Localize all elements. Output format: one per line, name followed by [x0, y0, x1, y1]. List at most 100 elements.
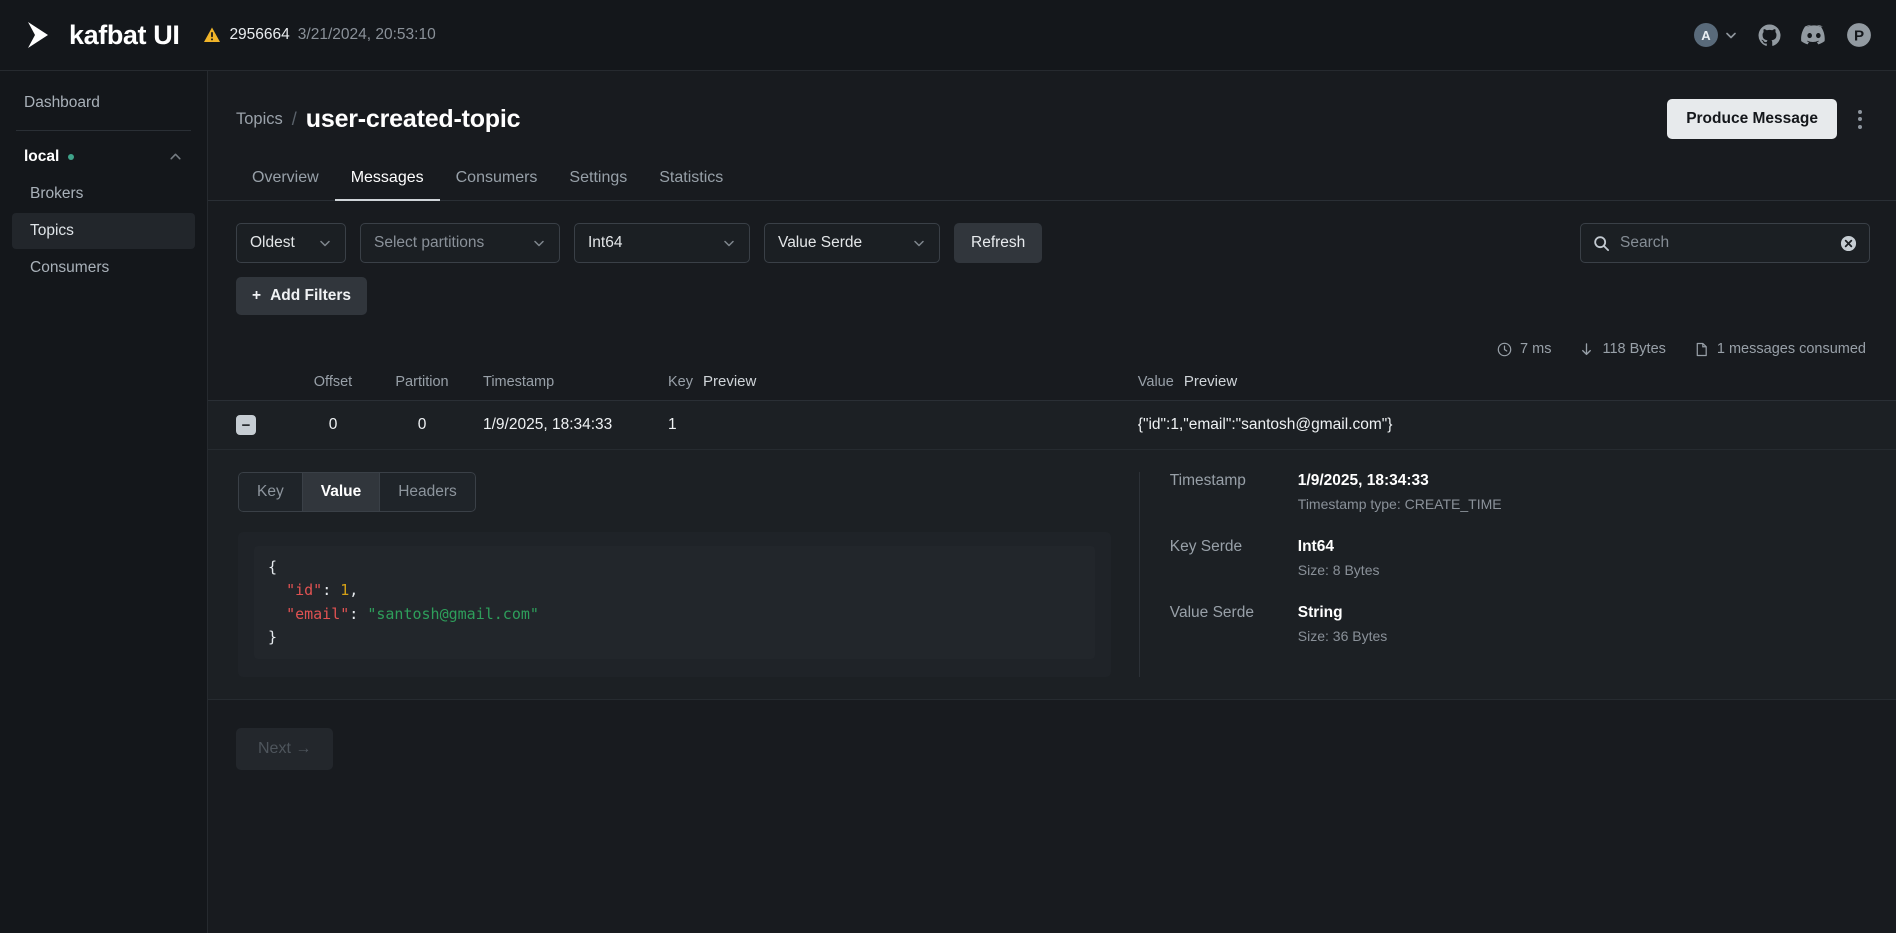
meta-sub-value-size: Size: 36 Bytes	[1297, 628, 1388, 644]
column-header-timestamp: Timestamp	[483, 373, 555, 390]
filter-bar: Oldest Select partitions Int64 Value Ser…	[208, 201, 1896, 263]
column-header-value: Value	[1137, 373, 1174, 390]
tab-consumers[interactable]: Consumers	[440, 159, 554, 201]
detail-tab-value[interactable]: Value	[301, 472, 380, 512]
message-detail-panel: Key Value Headers { "id": 1, "email": "s…	[208, 450, 1896, 700]
clock-icon	[1497, 342, 1512, 356]
seek-type-select[interactable]: Oldest	[236, 223, 346, 263]
meta-value-key-serde-group: Int64 Size: 8 Bytes	[1298, 538, 1380, 578]
app-body: Dashboard local Brokers Topics Consumers…	[0, 71, 1896, 933]
message-detail-content: Key Value Headers { "id": 1, "email": "s…	[208, 472, 1139, 677]
tab-settings[interactable]: Settings	[553, 159, 643, 201]
more-vertical-icon[interactable]	[1850, 104, 1870, 135]
table-header-row: Offset Partition Timestamp Key Preview V…	[208, 373, 1896, 401]
sidebar-cluster-local[interactable]: local	[12, 139, 195, 175]
avatar: A	[1694, 23, 1718, 47]
json-key-id: "id"	[286, 581, 323, 600]
add-filters-row: + Add Filters	[208, 263, 1896, 315]
chevron-up-icon[interactable]	[168, 149, 183, 164]
sidebar-item-consumers[interactable]: Consumers	[12, 250, 195, 286]
p-circle-icon[interactable]: P	[1846, 22, 1872, 48]
key-serde-select[interactable]: Int64	[574, 223, 750, 263]
cell-offset: 0	[328, 416, 338, 433]
column-header-key: Key	[668, 373, 693, 390]
meta-value-key-serde: Int64	[1297, 538, 1334, 555]
clear-circle-icon[interactable]	[1840, 235, 1857, 252]
cluster-status-dot	[68, 153, 75, 160]
produce-message-button[interactable]: Produce Message	[1667, 99, 1837, 139]
seek-type-value: Oldest	[250, 234, 295, 251]
download-arrow-icon	[1582, 342, 1592, 355]
refresh-button[interactable]: Refresh	[954, 223, 1043, 263]
tab-overview[interactable]: Overview	[236, 159, 335, 201]
meta-label-key-serde: Key Serde	[1169, 538, 1243, 555]
chevron-down-icon	[320, 240, 330, 247]
column-header-partition: Partition	[395, 373, 449, 390]
json-value-email: "santosh@gmail.com"	[367, 604, 539, 623]
chevron-down-icon	[724, 240, 734, 247]
top-navbar: kafbat UI 2956664 3/21/2024, 20:53:10 A …	[0, 0, 1896, 71]
sidebar-item-brokers[interactable]: Brokers	[12, 176, 195, 212]
json-viewer-card: { "id": 1, "email": "santosh@gmail.com" …	[238, 532, 1111, 677]
messages-table: Offset Partition Timestamp Key Preview V…	[208, 373, 1896, 700]
message-metadata: Timestamp 1/9/2025, 18:34:33 Timestamp t…	[1138, 472, 1896, 677]
brand-name: kafbat UI	[69, 19, 180, 50]
discord-icon[interactable]	[1801, 22, 1827, 48]
cell-key: 1	[668, 416, 677, 433]
sidebar-item-topics[interactable]: Topics	[12, 212, 195, 249]
value-serde-value: Value Serde	[778, 234, 863, 251]
detail-tab-headers[interactable]: Headers	[379, 472, 476, 512]
value-serde-select[interactable]: Value Serde	[764, 223, 940, 263]
cluster-name: local	[24, 147, 60, 165]
search-icon	[1594, 235, 1610, 251]
column-header-offset: Offset	[313, 373, 353, 390]
meta-key-serde: Key Serde Int64 Size: 8 Bytes	[1170, 538, 1868, 578]
json-comma: ,	[349, 581, 359, 600]
version-number: 2956664	[229, 26, 290, 43]
add-filters-button[interactable]: + Add Filters	[236, 277, 368, 315]
json-colon: :	[322, 581, 341, 600]
json-colon: :	[349, 604, 368, 623]
chevron-down-icon	[534, 240, 544, 247]
cell-timestamp: 1/9/2025, 18:34:33	[483, 416, 613, 433]
stat-bytes: 118 Bytes	[1579, 341, 1666, 357]
add-filters-label: Add Filters	[270, 287, 352, 304]
detail-tab-key[interactable]: Key	[238, 472, 302, 512]
warning-triangle-icon	[204, 27, 221, 42]
meta-sub-key-size: Size: 8 Bytes	[1297, 562, 1380, 578]
partitions-select[interactable]: Select partitions	[360, 223, 560, 263]
column-header-value-group: Value Preview	[1138, 373, 1866, 390]
value-preview-button[interactable]: Preview	[1184, 373, 1237, 390]
kebab-dot	[1858, 117, 1862, 121]
sidebar-divider	[16, 129, 191, 131]
cell-partition: 0	[417, 416, 427, 433]
json-code-block[interactable]: { "id": 1, "email": "santosh@gmail.com" …	[254, 546, 1095, 659]
next-page-button[interactable]: Next →	[236, 728, 334, 770]
build-date: 3/21/2024, 20:53:10	[297, 26, 436, 43]
tab-statistics[interactable]: Statistics	[643, 159, 739, 201]
stat-consumed-value: 1 messages consumed	[1716, 341, 1866, 357]
search-box[interactable]	[1580, 223, 1870, 263]
stat-elapsed: 7 ms	[1497, 341, 1551, 357]
svg-text:P: P	[1854, 27, 1864, 44]
kebab-dot	[1858, 124, 1862, 129]
meta-sub-timestamp-type: Timestamp type: CREATE_TIME	[1297, 496, 1502, 512]
table-row[interactable]: − 0 0 1/9/2025, 18:34:33 1 {"id":1,"emai…	[208, 401, 1896, 450]
tab-messages[interactable]: Messages	[334, 159, 440, 201]
topic-tabs: Overview Messages Consumers Settings Sta…	[208, 159, 1896, 201]
column-header-key-group: Key Preview	[668, 373, 1138, 390]
partitions-placeholder: Select partitions	[374, 234, 485, 251]
detail-segmented-control: Key Value Headers	[238, 472, 476, 512]
key-preview-button[interactable]: Preview	[703, 373, 756, 390]
chevron-down-icon	[1726, 32, 1736, 39]
row-collapse-toggle[interactable]: −	[236, 415, 256, 435]
breadcrumb-topics[interactable]: Topics	[236, 110, 283, 129]
github-icon[interactable]	[1757, 23, 1782, 48]
brand[interactable]: kafbat UI	[22, 18, 180, 52]
version-info: 2956664 3/21/2024, 20:53:10	[203, 26, 436, 44]
search-input[interactable]	[1620, 234, 1830, 252]
user-menu[interactable]: A	[1694, 23, 1738, 47]
meta-value-value-serde: String	[1297, 604, 1343, 621]
sidebar-item-dashboard[interactable]: Dashboard	[12, 85, 195, 122]
json-close-brace: }	[268, 627, 278, 646]
